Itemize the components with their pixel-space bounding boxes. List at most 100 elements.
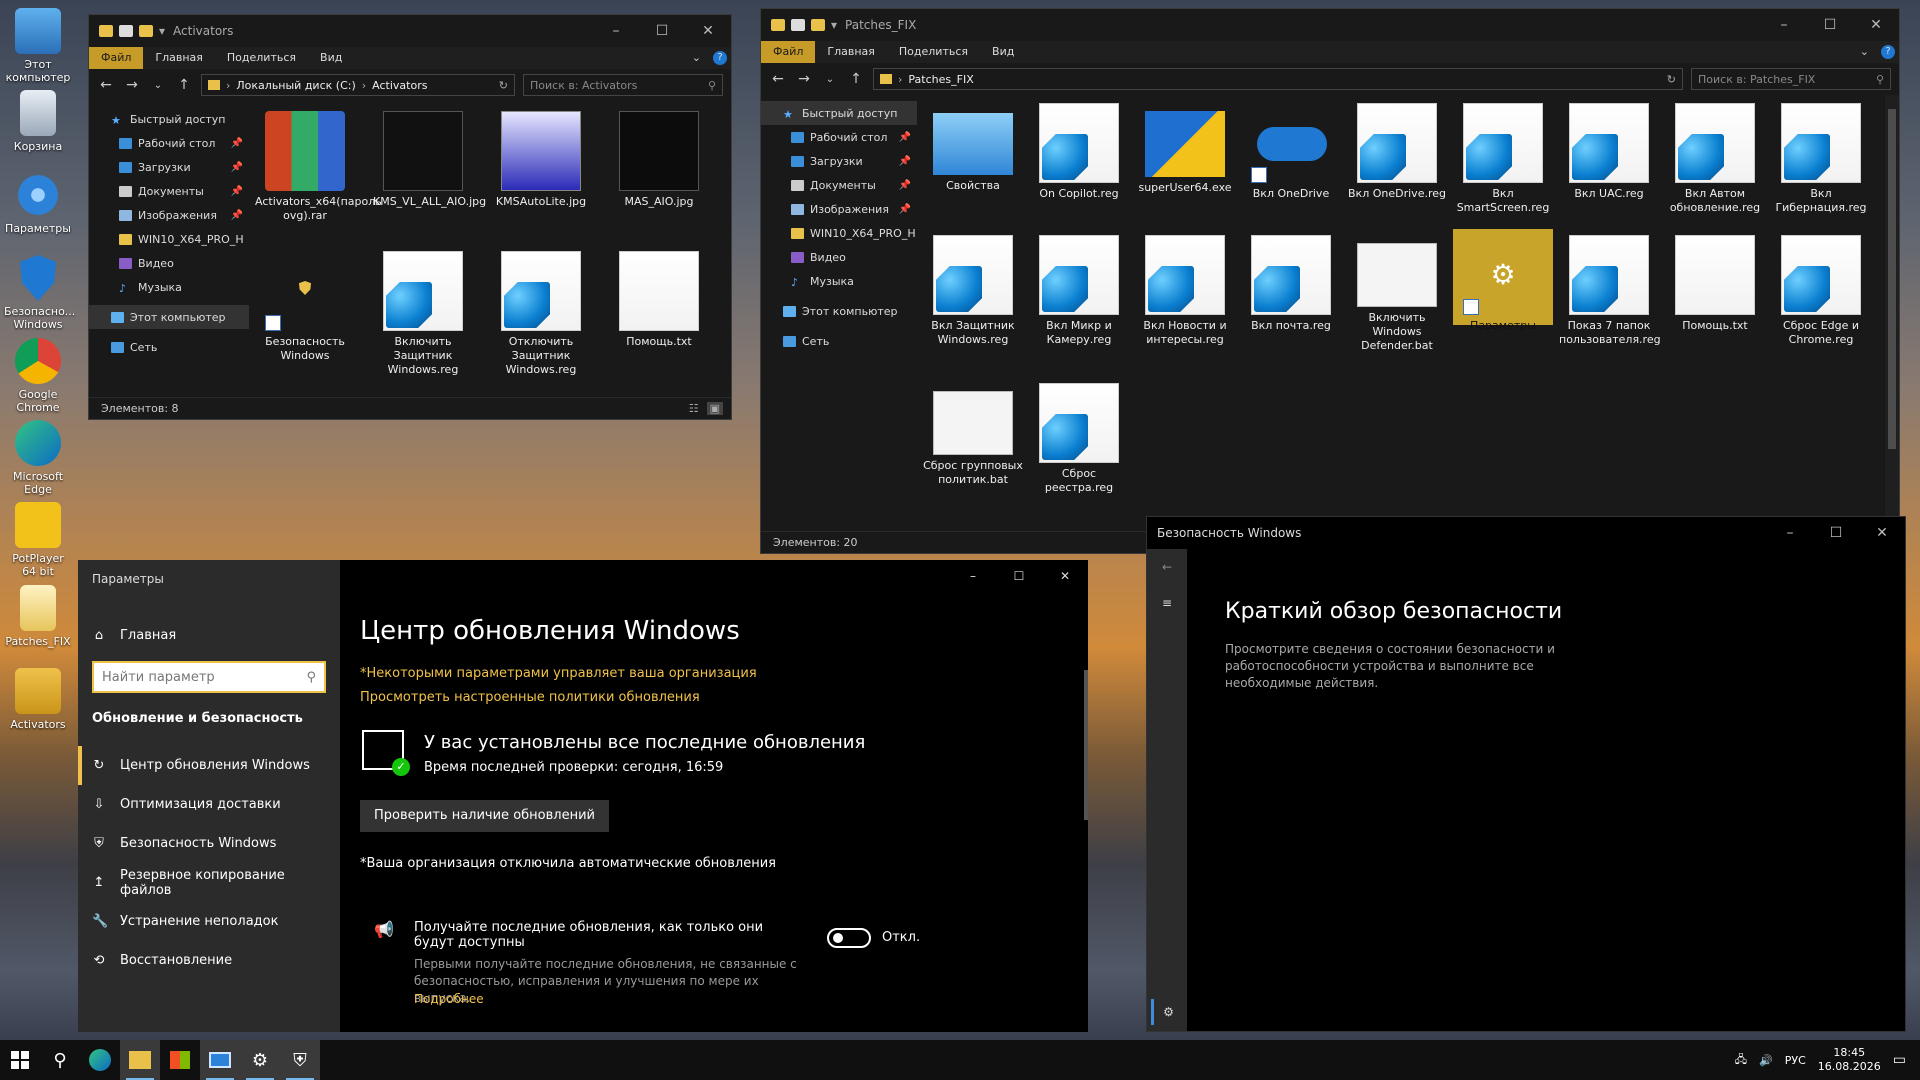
help-icon[interactable]: ? xyxy=(713,51,727,65)
nav-pictures[interactable]: Изображения 📌 xyxy=(761,197,917,221)
policy-link[interactable]: Просмотреть настроенные политики обновле… xyxy=(360,690,700,705)
search-input[interactable]: Поиск в: Patches_FIX ⚲ xyxy=(1691,68,1891,90)
tab-file[interactable]: Файл xyxy=(89,47,144,69)
properties-icon[interactable] xyxy=(791,19,805,31)
nav-win10-folder[interactable]: WIN10_X64_PRO_H xyxy=(89,227,249,251)
file-item[interactable]: Помощь.txt xyxy=(609,251,709,349)
desktop-icon-chrome[interactable]: Google Chrome xyxy=(4,338,72,414)
tab-home[interactable]: Главная xyxy=(815,41,887,63)
file-item[interactable]: On Copilot.reg xyxy=(1029,103,1129,201)
file-item[interactable]: Включить Защитник Windows.reg xyxy=(373,251,473,377)
close-button[interactable]: ✕ xyxy=(1042,560,1088,592)
file-item[interactable]: Безопасность Windows xyxy=(255,251,355,363)
file-item[interactable]: superUser64.exe xyxy=(1135,103,1235,195)
taskbar-security[interactable]: ⛨ xyxy=(280,1040,320,1080)
desktop-icon-edge[interactable]: Microsoft Edge xyxy=(4,420,72,496)
nav-home[interactable]: ⌂ Главная xyxy=(78,616,340,655)
path-box[interactable]: › Patches_FIX ↻ xyxy=(873,68,1683,90)
file-item[interactable]: Отключить Защитник Windows.reg xyxy=(491,251,591,377)
breadcrumb-drive[interactable]: Локальный диск (C:) xyxy=(236,79,355,92)
clock[interactable]: 18:45 16.08.2026 xyxy=(1818,1046,1881,1074)
nav-pictures[interactable]: Изображения 📌 xyxy=(89,203,249,227)
maximize-button[interactable]: ☐ xyxy=(996,560,1042,592)
start-button[interactable] xyxy=(0,1040,40,1080)
tab-view[interactable]: Вид xyxy=(308,47,354,69)
back-icon[interactable]: ← xyxy=(769,71,787,87)
file-item[interactable]: Вкл UAC.reg xyxy=(1559,103,1659,201)
check-updates-button[interactable]: Проверить наличие обновлений xyxy=(360,800,609,832)
ribbon-expand-icon[interactable]: ⌄ xyxy=(1848,41,1881,63)
file-item[interactable]: MAS_AIO.jpg xyxy=(609,111,709,209)
minimize-button[interactable]: – xyxy=(593,15,639,47)
file-item[interactable]: Вкл OneDrive xyxy=(1241,103,1341,201)
nav-videos[interactable]: Видео xyxy=(761,245,917,269)
chevron-down-icon[interactable]: ▾ xyxy=(831,18,837,32)
close-button[interactable]: ✕ xyxy=(1859,517,1905,549)
nav-this-pc[interactable]: Этот компьютер xyxy=(761,299,917,323)
large-icons-view-icon[interactable]: ▣ xyxy=(706,402,723,415)
taskbar-settings[interactable]: ⚙ xyxy=(240,1040,280,1080)
maximize-button[interactable]: ☐ xyxy=(639,15,685,47)
nav-win10-folder[interactable]: WIN10_X64_PRO_H xyxy=(761,221,917,245)
taskbar-app-window[interactable] xyxy=(200,1040,240,1080)
chevron-down-icon[interactable]: ▾ xyxy=(159,24,165,38)
nav-windows-security[interactable]: ⛨ Безопасность Windows xyxy=(78,824,340,863)
file-item[interactable]: Помощь.txt xyxy=(1665,235,1765,333)
learn-more-link[interactable]: Подробнее xyxy=(414,992,484,1006)
new-folder-icon[interactable] xyxy=(811,19,825,31)
nav-windows-update[interactable]: ↻ Центр обновления Windows xyxy=(78,746,340,785)
nav-videos[interactable]: Видео xyxy=(89,251,249,275)
search-input[interactable]: Поиск в: Activators ⚲ xyxy=(523,74,723,96)
maximize-button[interactable]: ☐ xyxy=(1807,9,1853,41)
nav-network[interactable]: Сеть xyxy=(761,329,917,353)
desktop-icon-activators[interactable]: Activators xyxy=(4,668,72,731)
recent-chevron-icon[interactable]: ⌄ xyxy=(149,80,167,91)
network-icon[interactable]: 🖧 xyxy=(1735,1051,1747,1070)
taskbar-store[interactable] xyxy=(160,1040,200,1080)
desktop-icon-recycle-bin[interactable]: Корзина xyxy=(4,90,72,153)
path-box[interactable]: › Локальный диск (C:) › Activators ↻ xyxy=(201,74,515,96)
minimize-button[interactable]: – xyxy=(1767,517,1813,549)
desktop-icon-patches[interactable]: Patches_FIX xyxy=(4,585,72,648)
ribbon-expand-icon[interactable]: ⌄ xyxy=(680,47,713,69)
new-folder-icon[interactable] xyxy=(139,25,153,37)
vertical-scrollbar[interactable] xyxy=(1885,95,1899,531)
file-item[interactable]: Показ 7 папок пользователя.reg xyxy=(1559,235,1661,347)
tab-share[interactable]: Поделиться xyxy=(887,41,980,63)
desktop-icon-security[interactable]: Безопасно... Windows xyxy=(4,255,75,331)
file-item[interactable]: Вкл SmartScreen.reg xyxy=(1453,103,1553,215)
desktop-icon-this-pc[interactable]: Этот компьютер xyxy=(4,8,72,84)
nav-downloads[interactable]: Загрузки 📌 xyxy=(761,149,917,173)
menu-icon[interactable]: ≡ xyxy=(1147,585,1187,621)
file-item-selected[interactable]: ⚙ Параметры xyxy=(1453,229,1553,332)
file-item[interactable]: Вкл OneDrive.reg xyxy=(1347,103,1447,201)
nav-downloads[interactable]: Загрузки 📌 xyxy=(89,155,249,179)
settings-gear-icon[interactable]: ⚙ xyxy=(1151,999,1183,1025)
notifications-icon[interactable]: ▭ xyxy=(1893,1052,1906,1068)
nav-quick-access[interactable]: ★ Быстрый доступ xyxy=(89,107,249,131)
tab-file[interactable]: Файл xyxy=(761,41,816,63)
scrollbar[interactable] xyxy=(1084,670,1088,820)
search-button[interactable]: ⚲ xyxy=(40,1040,80,1080)
forward-icon[interactable]: → xyxy=(795,71,813,87)
back-icon[interactable]: ← xyxy=(1147,549,1187,585)
updates-toggle[interactable] xyxy=(827,928,871,948)
file-item[interactable]: Вкл Гибернация.reg xyxy=(1771,103,1871,215)
minimize-button[interactable]: – xyxy=(950,560,996,592)
file-item[interactable]: Вкл Защитник Windows.reg xyxy=(923,235,1023,347)
file-item[interactable]: Вкл почта.reg xyxy=(1241,235,1341,333)
recent-chevron-icon[interactable]: ⌄ xyxy=(821,74,839,85)
nav-troubleshoot[interactable]: 🔧 Устранение неполадок xyxy=(78,902,340,941)
up-icon[interactable]: ↑ xyxy=(847,71,865,87)
nav-network[interactable]: Сеть xyxy=(89,335,249,359)
breadcrumb-folder[interactable]: Patches_FIX xyxy=(908,73,973,86)
close-button[interactable]: ✕ xyxy=(1853,9,1899,41)
nav-desktop[interactable]: Рабочий стол 📌 xyxy=(89,131,249,155)
nav-desktop[interactable]: Рабочий стол 📌 xyxy=(761,125,917,149)
nav-this-pc[interactable]: Этот компьютер xyxy=(89,305,249,329)
forward-icon[interactable]: → xyxy=(123,77,141,93)
properties-icon[interactable] xyxy=(119,25,133,37)
file-item[interactable]: KMS_VL_ALL_AIO.jpg xyxy=(373,111,486,209)
file-item[interactable]: Сброс групповых политик.bat xyxy=(923,383,1023,487)
file-item[interactable]: Activators_x64(пароль ovg).rar xyxy=(255,111,382,223)
